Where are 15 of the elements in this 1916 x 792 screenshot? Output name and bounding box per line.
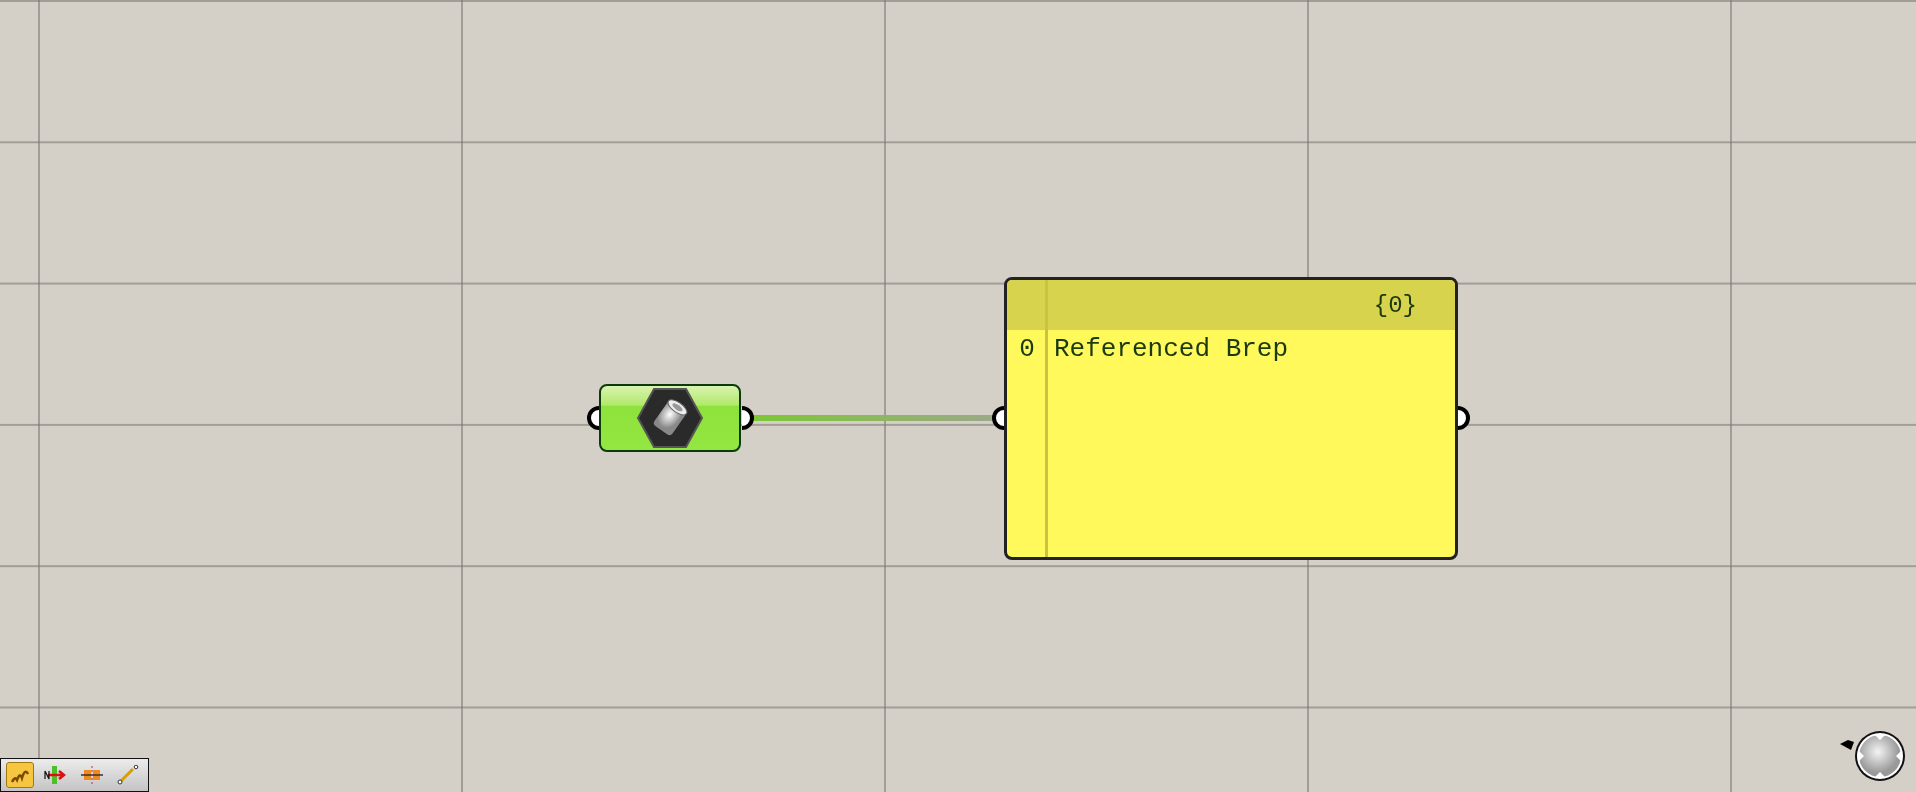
output-port[interactable] [1457,406,1471,430]
item-value: Referenced Brep [1054,334,1289,364]
brep-component[interactable] [599,384,741,452]
split-blocks-icon [81,765,103,785]
item-index: 0 [1018,334,1036,364]
toolbar-button[interactable] [6,762,34,788]
input-port[interactable] [586,406,600,430]
hexagon-cylinder-icon [637,387,703,449]
input-port[interactable] [991,406,1005,430]
output-port[interactable] [741,406,755,430]
bar-arrow-icon [44,765,68,785]
panel[interactable]: {0} 0 Referenced Brep [1004,277,1458,560]
data-path: {0} [1373,291,1417,319]
arrow-pins-icon [117,765,139,785]
navigation-compass-icon[interactable] [1838,728,1908,784]
